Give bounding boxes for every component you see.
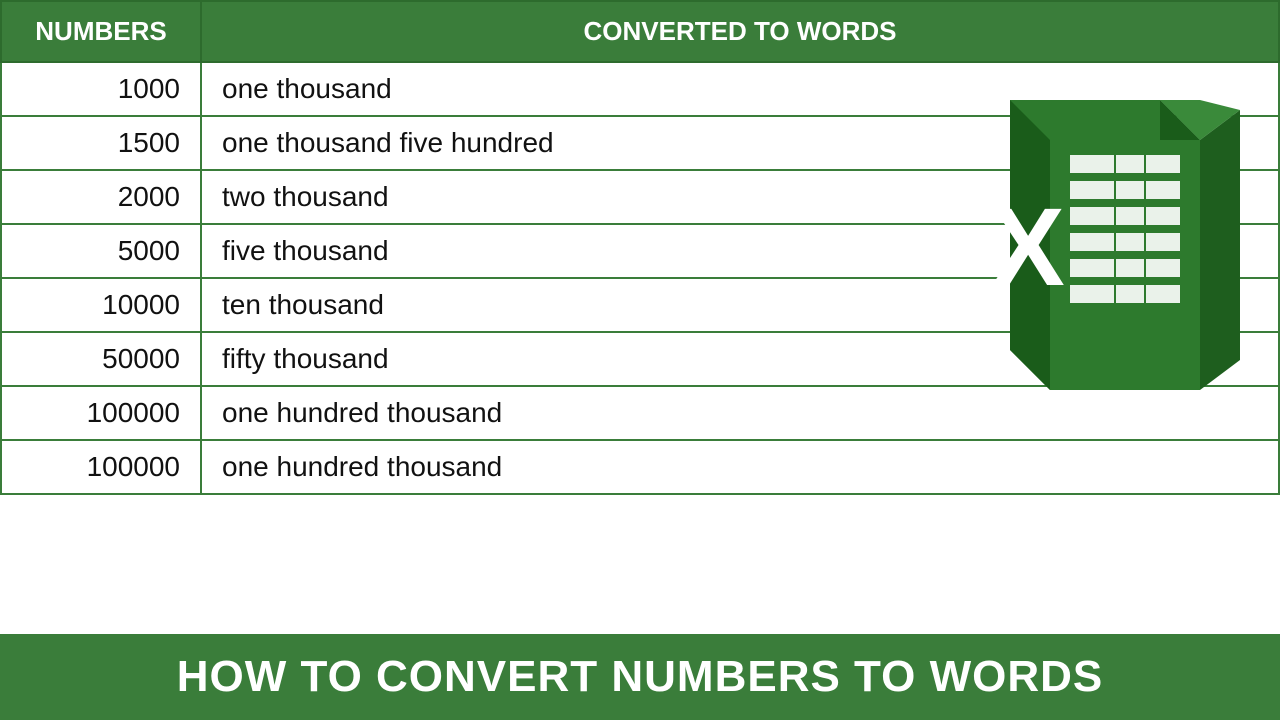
table-row: 100000one hundred thousand (1, 386, 1279, 440)
cell-words: one thousand (201, 62, 1279, 116)
table-header-row: NUMBERS CONVERTED TO WORDS (1, 1, 1279, 62)
cell-number: 100000 (1, 386, 201, 440)
main-content: NUMBERS CONVERTED TO WORDS 1000one thous… (0, 0, 1280, 634)
cell-number: 1500 (1, 116, 201, 170)
table-row: 100000one hundred thousand (1, 440, 1279, 494)
cell-number: 2000 (1, 170, 201, 224)
cell-words: ten thousand (201, 278, 1279, 332)
table-row: 1000one thousand (1, 62, 1279, 116)
table-wrapper: NUMBERS CONVERTED TO WORDS 1000one thous… (0, 0, 1280, 634)
cell-number: 10000 (1, 278, 201, 332)
cell-number: 5000 (1, 224, 201, 278)
table-row: 5000five thousand (1, 224, 1279, 278)
cell-words: one hundred thousand (201, 386, 1279, 440)
table-row: 1500one thousand five hundred (1, 116, 1279, 170)
header-numbers: NUMBERS (1, 1, 201, 62)
cell-number: 100000 (1, 440, 201, 494)
table-row: 10000ten thousand (1, 278, 1279, 332)
footer-text: HOW TO CONVERT NUMBERS TO WORDS (177, 652, 1104, 701)
table-row: 2000two thousand (1, 170, 1279, 224)
cell-words: one thousand five hundred (201, 116, 1279, 170)
conversion-table: NUMBERS CONVERTED TO WORDS 1000one thous… (0, 0, 1280, 495)
cell-words: one hundred thousand (201, 440, 1279, 494)
cell-number: 50000 (1, 332, 201, 386)
cell-number: 1000 (1, 62, 201, 116)
cell-words: five thousand (201, 224, 1279, 278)
cell-words: two thousand (201, 170, 1279, 224)
footer-banner: HOW TO CONVERT NUMBERS TO WORDS (0, 634, 1280, 720)
table-row: 50000fifty thousand (1, 332, 1279, 386)
header-words: CONVERTED TO WORDS (201, 1, 1279, 62)
cell-words: fifty thousand (201, 332, 1279, 386)
